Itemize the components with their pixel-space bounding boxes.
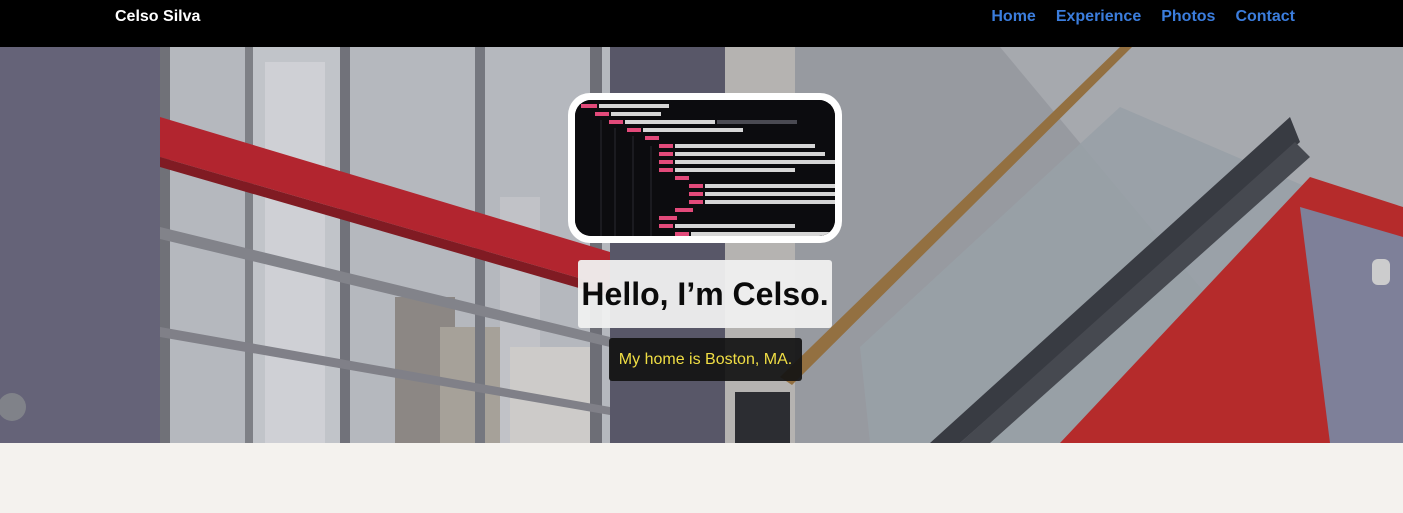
profile-code-image — [568, 93, 842, 243]
nav-link-home[interactable]: Home — [991, 8, 1035, 26]
nav-links: Home Experience Photos Contact — [991, 8, 1295, 26]
code-screenshot-image — [575, 100, 835, 236]
hero-section: Hello, I’m Celso. My home is Boston, MA. — [0, 47, 1403, 443]
headline-box: Hello, I’m Celso. — [578, 260, 832, 328]
code-lines-graphic — [575, 100, 835, 236]
brand-link[interactable]: Celso Silva — [115, 8, 200, 26]
nav-link-experience[interactable]: Experience — [1056, 8, 1141, 26]
nav-link-contact[interactable]: Contact — [1235, 8, 1295, 26]
top-navbar: Celso Silva Home Experience Photos Conta… — [0, 0, 1403, 47]
subline-box: My home is Boston, MA. — [609, 338, 802, 381]
hero-headline: Hello, I’m Celso. — [581, 275, 829, 312]
hero-subline: My home is Boston, MA. — [618, 350, 793, 368]
nav-link-photos[interactable]: Photos — [1161, 8, 1215, 26]
